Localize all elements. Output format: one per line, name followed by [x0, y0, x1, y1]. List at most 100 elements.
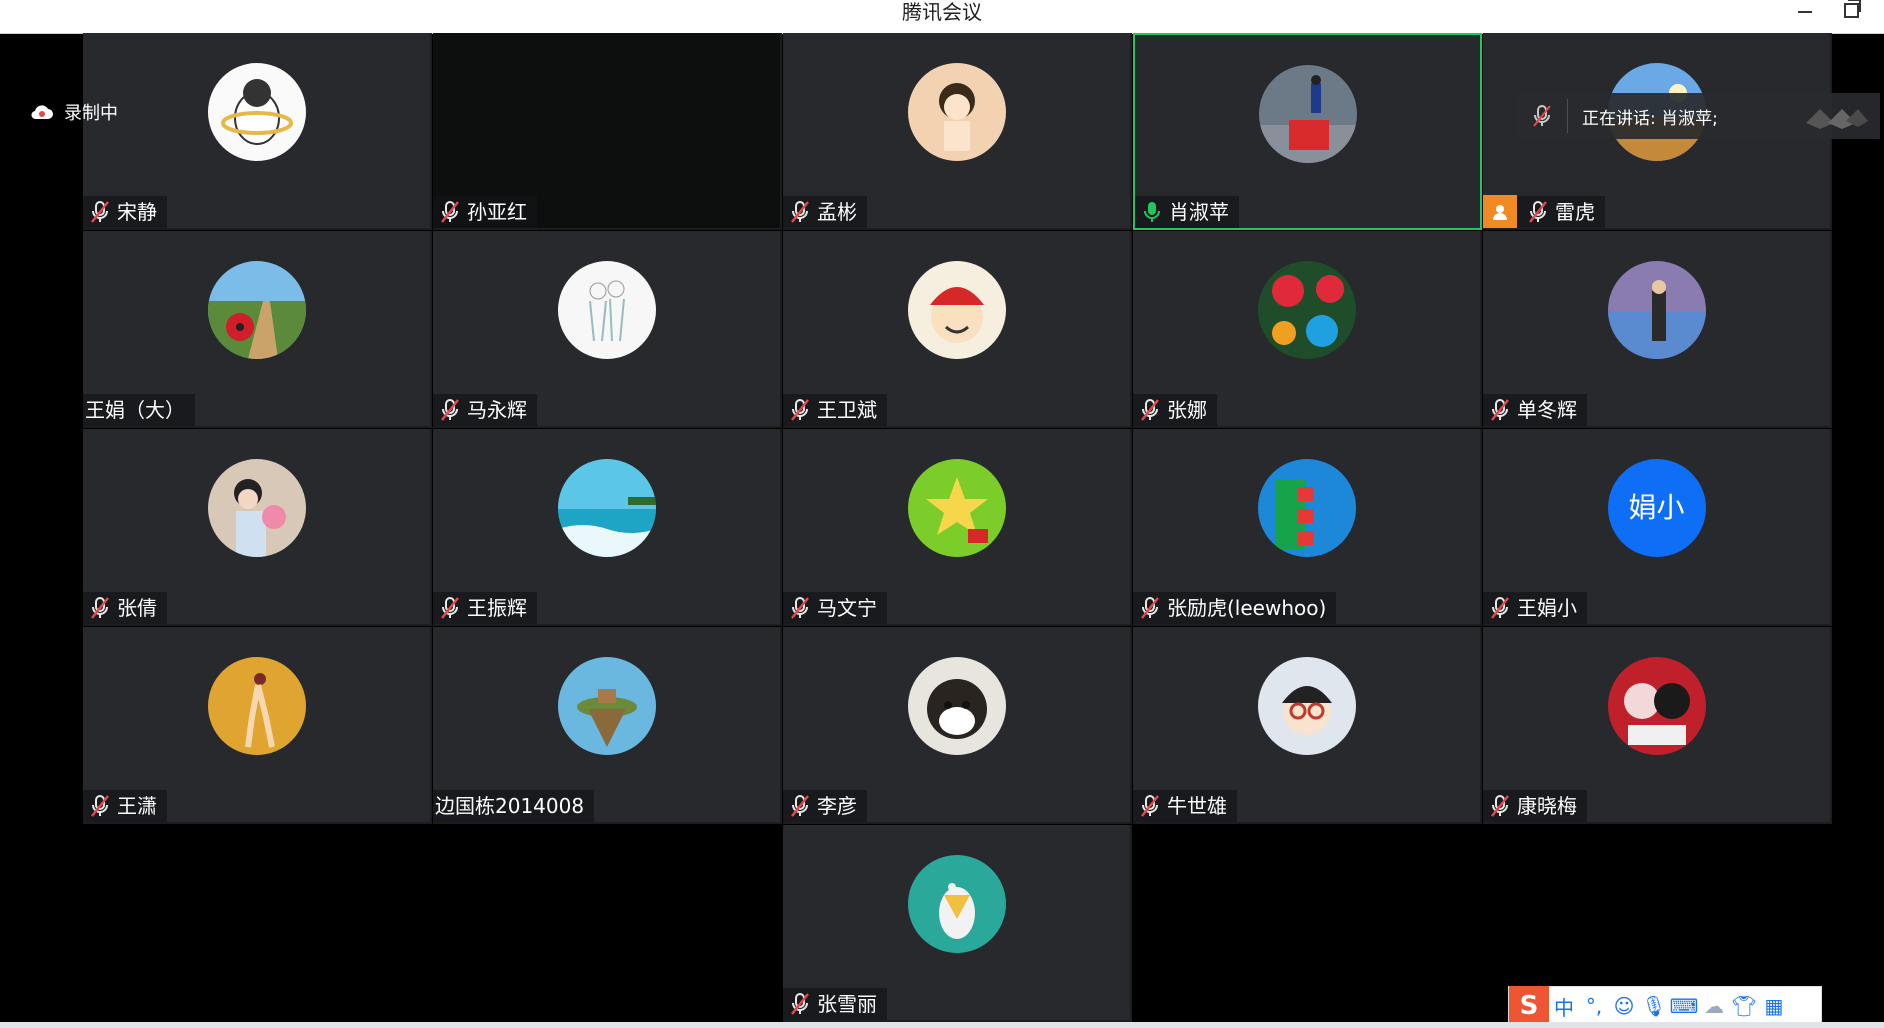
muted-mic-icon [439, 596, 461, 620]
participant-tile[interactable]: 孟彬 [783, 33, 1132, 230]
keyboard-icon[interactable]: ⌨ [1669, 986, 1699, 1026]
participant-nametag: 王娟小 [1483, 592, 1587, 624]
participant-nametag: 孙亚红 [433, 196, 537, 228]
muted-mic-icon [789, 794, 811, 818]
participant-tile[interactable]: 孙亚红 [433, 33, 782, 230]
participant-nametag: 马永辉 [433, 394, 537, 426]
participant-nametag: 边国栋2014008 [433, 790, 595, 822]
participant-tile[interactable]: 牛世雄 [1133, 627, 1482, 824]
avatar [907, 459, 1006, 557]
avatar [557, 261, 656, 359]
sogou-logo-icon[interactable]: S [1509, 986, 1549, 1026]
participant-name: 边国栋2014008 [435, 794, 585, 818]
voice-input-icon[interactable]: 🎙︎ [1639, 986, 1669, 1026]
avatar [207, 459, 306, 557]
participant-name: 马文宁 [817, 596, 877, 620]
cloud-icon[interactable]: ☁ [1699, 986, 1729, 1026]
participant-tile[interactable]: 张娜 [1133, 231, 1482, 428]
avatar [1607, 261, 1706, 359]
participant-name: 李彦 [817, 794, 857, 818]
participant-nametag: 孟彬 [783, 196, 867, 228]
participant-tile[interactable]: 肖淑苹 [1133, 33, 1482, 230]
participant-name: 单冬辉 [1517, 398, 1577, 422]
participant-name: 孟彬 [817, 200, 857, 224]
mic-on-icon [1141, 200, 1163, 224]
participant-name: 王卫斌 [817, 398, 877, 422]
muted-mic-icon [89, 794, 111, 818]
video-grid: 宋静 孙亚红 孟彬 肖淑苹 雷虎王娟（大） 马永辉 王卫斌 张娜 单冬辉张倩 王振辉 马文宁 张励虎(… [83, 33, 1835, 1023]
participant-nametag: 张倩 [83, 592, 167, 624]
avatar [907, 261, 1006, 359]
participant-tile[interactable]: 张励虎(leewhoo) [1133, 429, 1482, 626]
participant-name: 张励虎(leewhoo) [1167, 596, 1327, 620]
avatar [907, 855, 1006, 953]
participant-tile[interactable]: 王潇 [83, 627, 432, 824]
muted-mic-icon [1527, 200, 1549, 224]
host-person-icon [1483, 195, 1517, 228]
emoji-icon[interactable]: ☺ [1609, 986, 1639, 1026]
participant-name: 张倩 [117, 596, 157, 620]
participant-tile[interactable]: 康晓梅 [1483, 627, 1832, 824]
participant-tile[interactable]: 边国栋2014008 [433, 627, 782, 824]
speaking-indicator: 正在讲话: 肖淑苹; [1517, 93, 1880, 139]
muted-mic-icon [789, 200, 811, 224]
participant-name: 王娟（大） [85, 398, 185, 422]
participant-nametag: 王潇 [83, 790, 167, 822]
participant-tile[interactable]: 单冬辉 [1483, 231, 1832, 428]
participant-name: 肖淑苹 [1169, 200, 1229, 224]
participant-tile[interactable]: 张倩 [83, 429, 432, 626]
avatar [207, 657, 306, 755]
participant-nametag: 王振辉 [433, 592, 537, 624]
participant-tile[interactable]: 王卫斌 [783, 231, 1132, 428]
participant-name: 张雪丽 [817, 992, 877, 1016]
participant-nametag: 王卫斌 [783, 394, 887, 426]
participant-name: 王娟小 [1517, 596, 1577, 620]
participant-nametag: 张励虎(leewhoo) [1133, 592, 1337, 624]
minimize-icon [1798, 11, 1812, 13]
avatar [1257, 657, 1356, 755]
toolbox-grid-icon[interactable]: ▦ [1759, 986, 1789, 1026]
participant-tile[interactable]: 王振辉 [433, 429, 782, 626]
participant-nametag: 康晓梅 [1483, 790, 1587, 822]
avatar [207, 261, 306, 359]
participant-tile[interactable]: 马永辉 [433, 231, 782, 428]
participant-name: 牛世雄 [1167, 794, 1227, 818]
participant-nametag: 雷虎 [1483, 195, 1605, 228]
muted-mic-icon [1489, 794, 1511, 818]
avatar [1257, 459, 1356, 557]
avatar [907, 657, 1006, 755]
recording-label: 录制中 [64, 103, 118, 124]
recording-indicator[interactable]: 录制中 [30, 100, 118, 124]
participant-name: 雷虎 [1555, 200, 1595, 224]
participant-nametag: 肖淑苹 [1135, 196, 1239, 228]
participant-tile[interactable]: 王娟（大） [83, 231, 432, 428]
avatar [1258, 65, 1357, 163]
participant-tile[interactable]: 张雪丽 [783, 825, 1132, 1022]
bottom-strip [0, 1022, 1884, 1028]
minimize-button[interactable] [1790, 2, 1820, 22]
participant-tile[interactable]: 娟小 王娟小 [1483, 429, 1832, 626]
participant-nametag: 马文宁 [783, 592, 887, 624]
muted-mic-icon [439, 200, 461, 224]
muted-mic-icon [789, 596, 811, 620]
restore-button[interactable] [1836, 0, 1866, 22]
restore-icon [1843, 0, 1861, 18]
skin-shirt-icon[interactable]: 👕︎ [1729, 986, 1759, 1026]
muted-mic-icon [789, 398, 811, 422]
speaking-label: 正在讲话: 肖淑苹; [1582, 108, 1718, 129]
participant-tile[interactable]: 宋静 [83, 33, 432, 230]
participant-nametag: 李彦 [783, 790, 867, 822]
participant-tile[interactable]: 李彦 [783, 627, 1132, 824]
punctuation-button[interactable]: °, [1579, 986, 1609, 1026]
divider [1567, 99, 1568, 133]
participant-tile[interactable]: 马文宁 [783, 429, 1132, 626]
tencent-meeting-logo-icon [1806, 109, 1868, 129]
muted-mic-icon [1139, 596, 1161, 620]
ime-mode-button[interactable]: 中 [1549, 986, 1579, 1026]
avatar [1257, 261, 1356, 359]
participant-name: 王振辉 [467, 596, 527, 620]
muted-mic-icon [1531, 104, 1553, 128]
participant-name: 张娜 [1167, 398, 1207, 422]
participant-nametag: 宋静 [83, 196, 167, 228]
window-title: 腾讯会议 [902, 0, 982, 24]
